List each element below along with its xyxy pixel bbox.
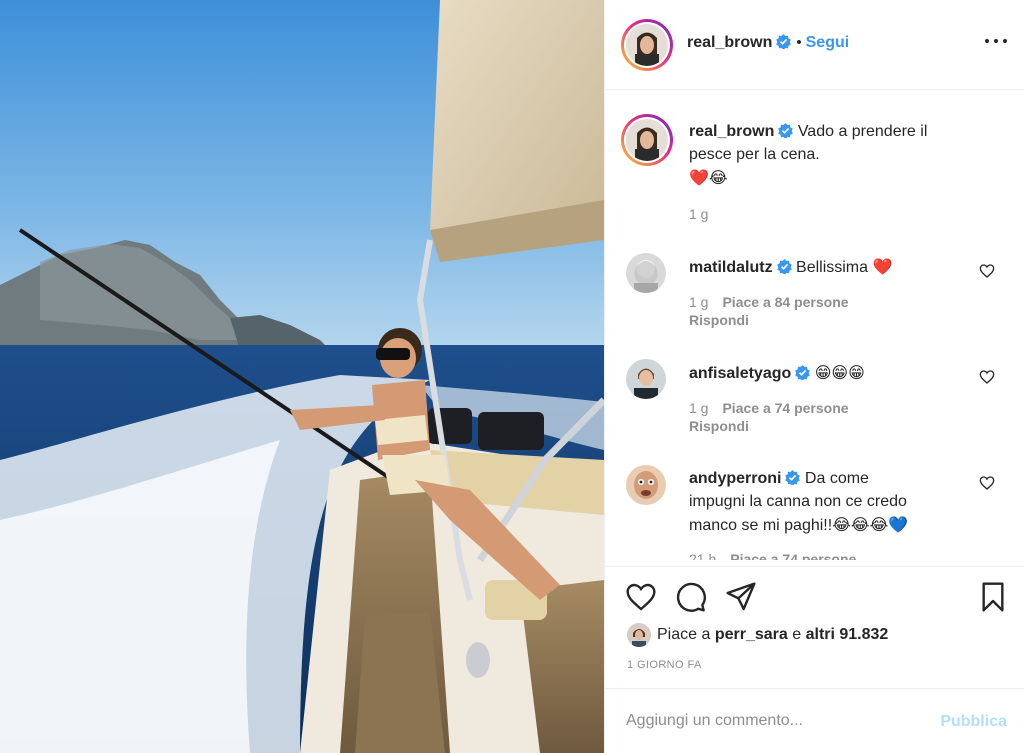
likes-others[interactable]: altri 91.832 bbox=[806, 626, 889, 644]
liker-avatar-image bbox=[627, 623, 651, 647]
comment-input[interactable] bbox=[626, 703, 926, 739]
heart-icon[interactable] bbox=[979, 263, 995, 279]
comment-likes[interactable]: Piace a 74 persone bbox=[730, 551, 856, 560]
comment-time: 21 h bbox=[689, 551, 717, 560]
comment-meta: 21 h Piace a 74 persone bbox=[689, 551, 856, 560]
comment-body-line-2: impugni la canna non ce credo bbox=[689, 493, 907, 510]
caption-username[interactable]: real_brown bbox=[689, 123, 774, 140]
comment-username[interactable]: anfisaletyago bbox=[689, 365, 791, 382]
post-actions: Piace a perr_sara e altri 91.832 1 GIORN… bbox=[605, 566, 1024, 684]
caption-text: real_brown Vado a prendere il pesce per … bbox=[689, 120, 969, 190]
commenter-avatar[interactable] bbox=[626, 465, 666, 505]
comment-emoji: 😁😁😁 bbox=[814, 363, 865, 382]
comment-text: anfisaletyago 😁😁😁 bbox=[689, 361, 969, 385]
comment-likes[interactable]: Piace a 74 persone bbox=[722, 400, 848, 416]
comment-body: Bellissima bbox=[796, 259, 869, 276]
comment-time: 1 g bbox=[689, 294, 709, 310]
publish-button[interactable]: Pubblica bbox=[940, 713, 1007, 731]
verified-badge-icon bbox=[776, 34, 792, 49]
post-timestamp[interactable]: 1 GIORNO FA bbox=[627, 659, 702, 671]
heart-icon[interactable] bbox=[979, 369, 995, 385]
author-username[interactable]: real_brown bbox=[687, 34, 772, 51]
comment-text: matildalutz Bellissima ❤️ bbox=[689, 255, 969, 279]
caption-avatar-image bbox=[626, 119, 668, 161]
author-avatar-image bbox=[626, 24, 668, 66]
comment-meta: 1 g Piace a 84 persone bbox=[689, 294, 849, 310]
caption-meta: 1 g bbox=[689, 206, 722, 222]
post-photo[interactable] bbox=[0, 0, 604, 753]
author-avatar[interactable] bbox=[621, 19, 673, 71]
likes-summary[interactable]: Piace a perr_sara e altri 91.832 bbox=[627, 623, 888, 647]
add-comment-bar: Pubblica bbox=[605, 688, 1024, 753]
caption-emojis: ❤️😂 bbox=[689, 168, 728, 187]
caption-time: 1 g bbox=[689, 206, 709, 222]
comment-text: andyperroni Da come impugni la canna non… bbox=[689, 467, 969, 537]
comment-emoji: 😂😂😂💙 bbox=[832, 515, 909, 534]
post-sidebar: real_brown • Segui real_brown Vado a prend bbox=[604, 0, 1024, 753]
comment-time: 1 g bbox=[689, 400, 709, 416]
caption-line-1: Vado a prendere il bbox=[797, 123, 928, 140]
likes-joiner: e bbox=[792, 626, 802, 643]
comments-list[interactable]: real_brown Vado a prendere il pesce per … bbox=[605, 91, 1024, 560]
verified-badge-icon bbox=[785, 470, 801, 485]
commenter-avatar[interactable] bbox=[626, 359, 666, 399]
likes-user[interactable]: perr_sara bbox=[715, 626, 788, 644]
more-options-icon[interactable] bbox=[985, 30, 1007, 52]
commenter-avatar-image bbox=[626, 359, 666, 399]
comment-username[interactable]: andyperroni bbox=[689, 470, 781, 487]
author-line: real_brown • Segui bbox=[687, 33, 849, 53]
reply-button[interactable]: Rispondi bbox=[689, 312, 749, 328]
commenter-avatar[interactable] bbox=[626, 253, 666, 293]
caption-line-2: pesce per la cena. bbox=[689, 146, 820, 163]
comment-username[interactable]: matildalutz bbox=[689, 259, 773, 276]
comment-likes[interactable]: Piace a 84 persone bbox=[722, 294, 848, 310]
share-icon[interactable] bbox=[725, 581, 757, 613]
comment-emoji: ❤️ bbox=[872, 257, 893, 276]
like-heart-icon[interactable] bbox=[625, 581, 657, 613]
verified-badge-icon bbox=[776, 259, 792, 274]
comment-body-line-1: Da come bbox=[804, 470, 869, 487]
post-photo-image bbox=[0, 0, 604, 753]
verified-badge-icon bbox=[778, 123, 794, 138]
caption-avatar[interactable] bbox=[621, 114, 673, 166]
verified-badge-icon bbox=[795, 365, 811, 380]
comment-icon[interactable] bbox=[675, 581, 707, 613]
follow-button[interactable]: Segui bbox=[806, 34, 850, 51]
post-header: real_brown • Segui bbox=[605, 0, 1024, 90]
reply-button[interactable]: Rispondi bbox=[689, 418, 749, 434]
heart-icon[interactable] bbox=[979, 475, 995, 491]
bookmark-icon[interactable] bbox=[977, 581, 1009, 613]
commenter-avatar-image bbox=[626, 465, 666, 505]
liker-avatar bbox=[627, 623, 651, 647]
commenter-avatar-image bbox=[626, 253, 666, 293]
comment-body-line-3: manco se mi paghi!! bbox=[689, 517, 833, 534]
header-separator: • bbox=[796, 34, 802, 51]
comment-meta: 1 g Piace a 74 persone bbox=[689, 400, 849, 416]
likes-prefix: Piace a bbox=[657, 626, 711, 643]
